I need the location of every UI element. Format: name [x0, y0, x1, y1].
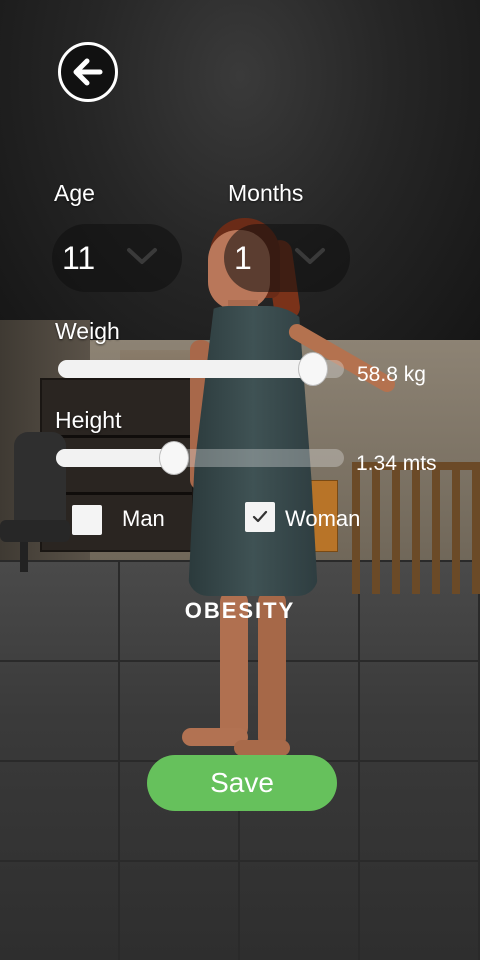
save-button[interactable]: Save	[147, 755, 337, 811]
age-dropdown[interactable]: 11	[52, 224, 182, 292]
avatar-figure	[170, 210, 430, 770]
weight-value: 58.8 kg	[357, 363, 426, 386]
weight-slider[interactable]	[58, 352, 344, 386]
height-label: Height	[55, 407, 122, 433]
chevron-down-icon	[127, 248, 157, 264]
bmi-status: OBESITY	[184, 598, 296, 623]
arrow-left-icon	[73, 58, 103, 86]
weight-slider-fill	[58, 360, 313, 378]
chevron-down-icon	[295, 248, 325, 264]
back-button[interactable]	[58, 42, 118, 102]
months-dropdown[interactable]: 1	[224, 224, 350, 292]
chair-leg	[20, 542, 28, 572]
height-value: 1.34 mts	[356, 452, 437, 475]
height-slider[interactable]	[56, 441, 344, 475]
man-checkbox[interactable]	[72, 505, 102, 535]
age-value: 11	[62, 239, 96, 276]
weight-label: Weigh	[55, 318, 120, 344]
height-slider-fill	[56, 449, 175, 467]
checkmark-icon	[252, 510, 268, 523]
months-value: 1	[234, 239, 252, 276]
office-chair	[14, 432, 66, 532]
right-foot	[234, 740, 290, 756]
woman-checkbox[interactable]	[245, 502, 275, 532]
room-scene	[0, 0, 480, 960]
months-label: Months	[228, 180, 304, 206]
chair-seat	[0, 520, 70, 542]
man-label[interactable]: Man	[122, 506, 165, 532]
age-label: Age	[54, 180, 95, 206]
woman-label[interactable]: Woman	[285, 506, 360, 532]
height-slider-thumb[interactable]	[159, 441, 190, 475]
weight-slider-thumb[interactable]	[297, 352, 328, 386]
